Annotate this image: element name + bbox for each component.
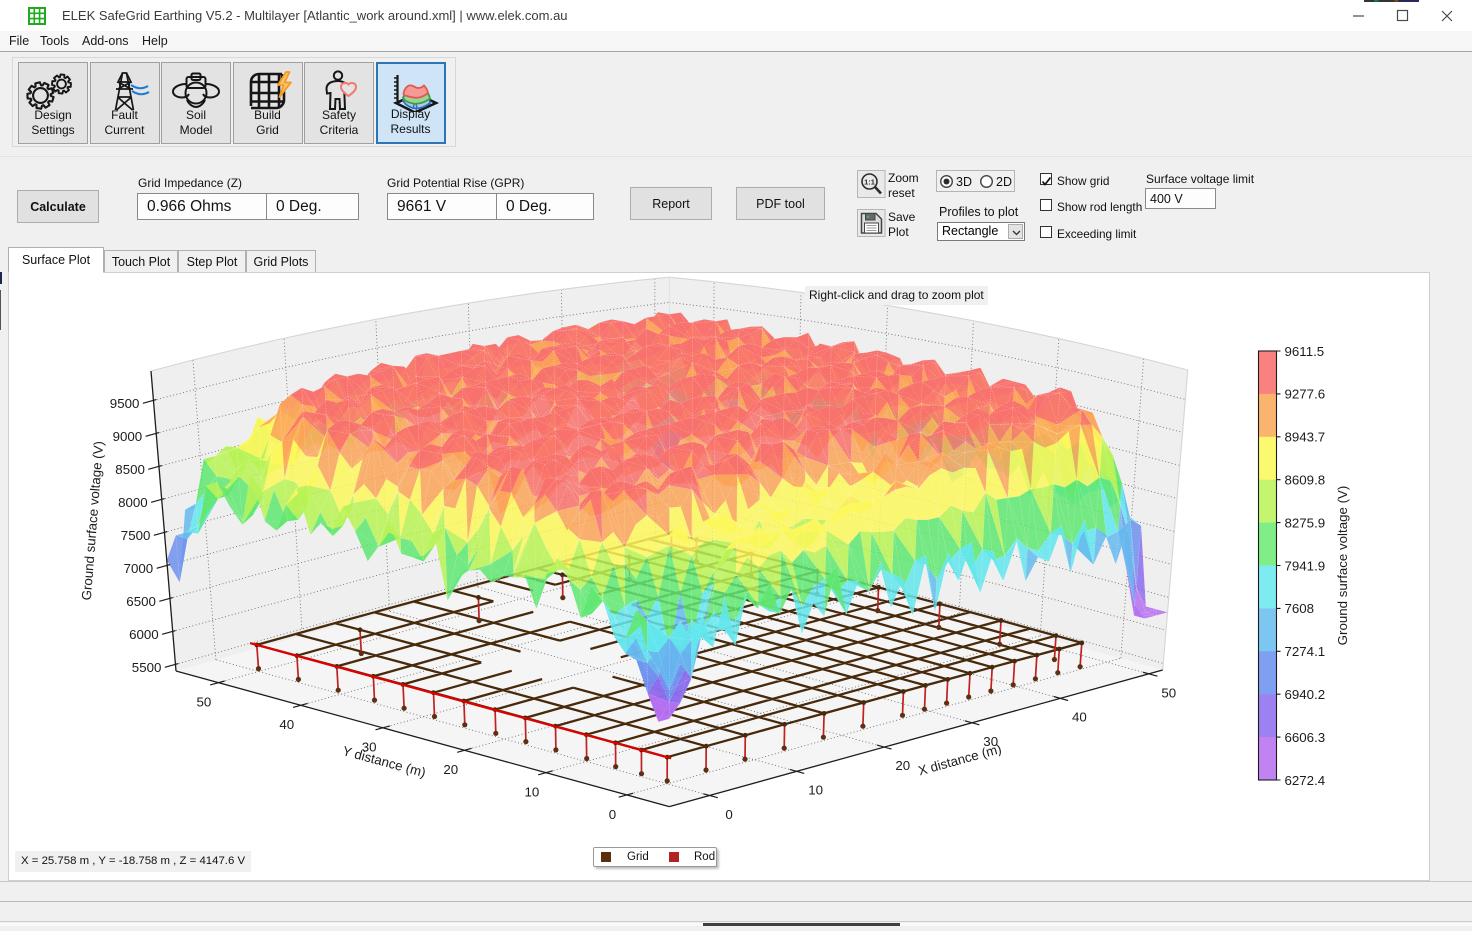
svg-text:20: 20 bbox=[443, 762, 458, 777]
svg-text:50: 50 bbox=[1161, 685, 1176, 700]
svg-text:8275.9: 8275.9 bbox=[1285, 515, 1326, 530]
svg-text:8943.7: 8943.7 bbox=[1285, 430, 1326, 445]
svg-text:7608: 7608 bbox=[1285, 601, 1315, 616]
svg-text:6606.3: 6606.3 bbox=[1285, 730, 1326, 745]
svg-text:9500: 9500 bbox=[110, 396, 140, 411]
svg-text:7000: 7000 bbox=[124, 561, 154, 576]
svg-text:20: 20 bbox=[895, 758, 910, 773]
svg-text:9611.5: 9611.5 bbox=[1285, 344, 1325, 359]
svg-text:Y distance (m): Y distance (m) bbox=[341, 743, 427, 780]
svg-text:7500: 7500 bbox=[121, 528, 151, 543]
svg-text:8000: 8000 bbox=[118, 495, 148, 510]
svg-text:10: 10 bbox=[808, 783, 823, 798]
svg-text:6940.2: 6940.2 bbox=[1285, 687, 1326, 702]
svg-text:8500: 8500 bbox=[115, 462, 145, 477]
svg-text:9000: 9000 bbox=[113, 429, 143, 444]
svg-text:7941.9: 7941.9 bbox=[1285, 558, 1326, 573]
svg-text:Ground surface voltage (V): Ground surface voltage (V) bbox=[79, 440, 106, 600]
svg-text:6272.4: 6272.4 bbox=[1285, 773, 1326, 788]
svg-text:8609.8: 8609.8 bbox=[1285, 473, 1326, 488]
svg-text:0: 0 bbox=[609, 807, 616, 822]
svg-text:5500: 5500 bbox=[132, 660, 162, 675]
svg-text:0: 0 bbox=[725, 807, 732, 822]
svg-text:Ground surface voltage (V): Ground surface voltage (V) bbox=[1335, 486, 1350, 646]
svg-text:40: 40 bbox=[279, 717, 294, 732]
svg-text:6000: 6000 bbox=[129, 627, 159, 642]
svg-text:9277.6: 9277.6 bbox=[1285, 387, 1326, 402]
svg-text:7274.1: 7274.1 bbox=[1285, 644, 1326, 659]
svg-text:6500: 6500 bbox=[126, 594, 156, 609]
svg-text:10: 10 bbox=[525, 784, 540, 799]
svg-text:40: 40 bbox=[1072, 710, 1087, 725]
svg-text:X distance (m): X distance (m) bbox=[916, 741, 1003, 778]
svg-text:50: 50 bbox=[197, 695, 212, 710]
